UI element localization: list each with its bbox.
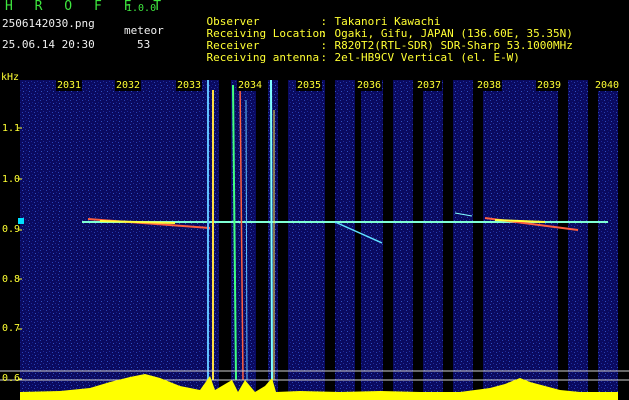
y-tick-label: 1.1: [2, 123, 21, 134]
y-axis-unit: kHz: [1, 72, 20, 83]
x-tick-label: 2036: [355, 80, 383, 91]
x-tick-label: 2031: [55, 80, 83, 91]
timestamp: 25.06.14 20:30: [2, 38, 95, 51]
y-tick-label: 1.0: [2, 174, 21, 185]
meteor-count: 53: [137, 38, 151, 51]
antenna-key: Receiving antenna: [206, 51, 320, 64]
antenna-row: Receiving antenna: 2el-HB9CV Vertical (el…: [180, 40, 520, 76]
y-tick-label: 0.9: [2, 224, 21, 235]
x-tick-label: 2039: [535, 80, 563, 91]
x-tick-label: 2035: [295, 80, 323, 91]
file-name: 2506142030.png: [2, 17, 95, 30]
meteor-label: meteor: [124, 24, 164, 37]
x-tick-label: 2032: [114, 80, 142, 91]
y-tick-label: 0.6: [2, 373, 21, 384]
spectrogram-background: [20, 80, 618, 400]
y-tick-label: 0.7: [2, 323, 21, 334]
app-version: 1.0.0: [126, 3, 157, 14]
hrofft-window: H R O F F T 1.0.0 2506142030.png meteor …: [0, 0, 629, 400]
y-tick-label: 0.8: [2, 274, 21, 285]
spectrogram-plot: [0, 80, 629, 400]
antenna-value: 2el-HB9CV Vertical (el. E-W): [334, 51, 520, 64]
x-tick-label: 2040: [593, 80, 621, 91]
separator: :: [320, 51, 328, 64]
x-tick-label: 2034: [236, 80, 264, 91]
x-tick-label: 2033: [175, 80, 203, 91]
x-tick-label: 2037: [415, 80, 443, 91]
x-tick-label: 2038: [475, 80, 503, 91]
